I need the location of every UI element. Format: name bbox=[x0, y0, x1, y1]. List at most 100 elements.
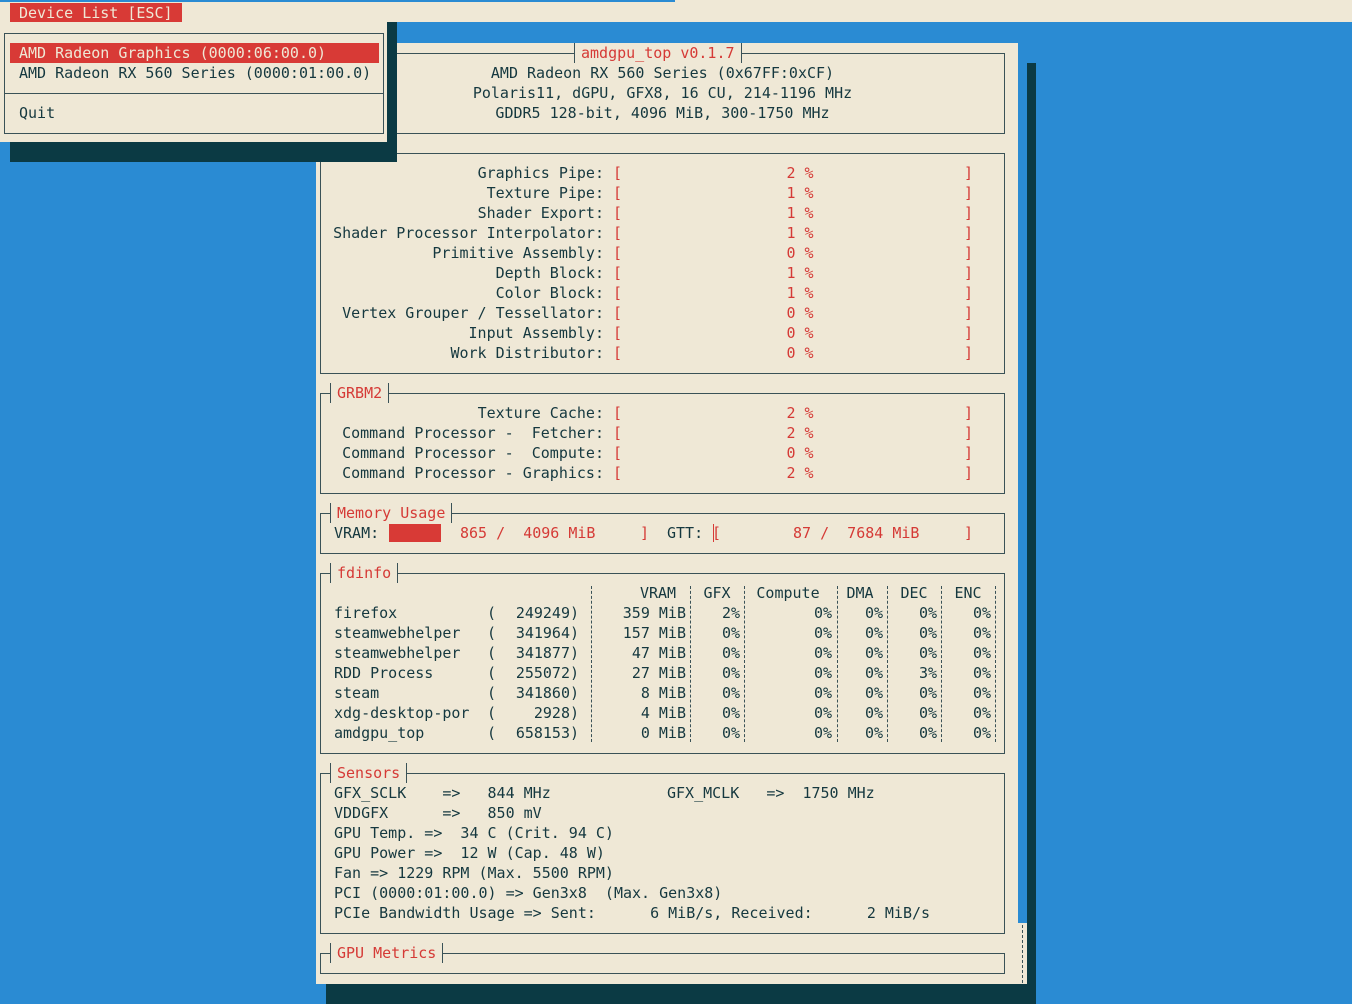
fdinfo-cell-enc: 0% bbox=[972, 724, 991, 742]
pid-paren-open: ( bbox=[487, 644, 497, 662]
device-menu-separator bbox=[4, 93, 384, 94]
pid-paren-close: ) bbox=[570, 704, 580, 722]
usage-value: 2 % bbox=[786, 464, 814, 482]
usage-value: 2 % bbox=[786, 424, 814, 442]
vram-usage-bar bbox=[389, 524, 441, 542]
column-separator bbox=[744, 586, 745, 742]
bar-bracket-close: ] bbox=[964, 304, 974, 322]
device-item[interactable]: AMD Radeon RX 560 Series (0000:01:00.0) bbox=[19, 63, 371, 83]
bar-bracket-close: ] bbox=[964, 224, 974, 242]
process-name: firefox bbox=[334, 604, 398, 622]
fdinfo-cell-enc: 0% bbox=[972, 684, 991, 702]
fdinfo-header: GFX bbox=[703, 584, 731, 602]
usage-label: Work Distributor: bbox=[450, 344, 604, 362]
usage-label: Texture Pipe: bbox=[486, 184, 604, 202]
bar-bracket-open: [ bbox=[613, 344, 623, 362]
fdinfo-cell-gfx: 0% bbox=[721, 724, 740, 742]
quit-menu-item[interactable]: Quit bbox=[19, 103, 55, 123]
column-separator bbox=[995, 586, 996, 742]
pid-paren-close: ) bbox=[570, 604, 580, 622]
usage-label: Shader Processor Interpolator: bbox=[333, 224, 604, 242]
process-pid: 2928 bbox=[533, 704, 570, 722]
column-separator bbox=[591, 586, 592, 742]
process-pid: 341877 bbox=[515, 644, 570, 662]
device-specs: Polaris11, dGPU, GFX8, 16 CU, 214-1196 M… bbox=[472, 84, 853, 102]
process-name: RDD Process bbox=[334, 664, 434, 682]
sensor-gpu-power: GPU Power => 12 W (Cap. 48 W) bbox=[334, 844, 605, 862]
sensor-vddgfx: VDDGFX => 850 mV bbox=[334, 804, 542, 822]
bar-bracket-open: [ bbox=[613, 184, 623, 202]
sensor-pcie-bandwidth: PCIe Bandwidth Usage => Sent: 6 MiB/s, R… bbox=[334, 904, 931, 922]
usage-label: Color Block: bbox=[495, 284, 604, 302]
bar-bracket-close: ] bbox=[964, 344, 974, 362]
usage-value: 0 % bbox=[786, 304, 814, 322]
fdinfo-header: DMA bbox=[846, 584, 874, 602]
bar-bracket-close: ] bbox=[964, 204, 974, 222]
bar-bracket-close: ] bbox=[964, 424, 974, 442]
fdinfo-header: DEC bbox=[900, 584, 928, 602]
memory-specs: GDDR5 128-bit, 4096 MiB, 300-1750 MHz bbox=[495, 104, 830, 122]
app-title: amdgpu_top v0.1.7 bbox=[574, 43, 742, 63]
sensor-gfx-sclk: GFX_SCLK => 844 MHz bbox=[334, 784, 551, 802]
usage-value: 1 % bbox=[786, 184, 814, 202]
menubar-accent bbox=[0, 0, 675, 2]
gtt-label: GTT: bbox=[667, 524, 704, 542]
gpu-metrics-title: GPU Metrics bbox=[330, 943, 444, 963]
usage-value: 2 % bbox=[786, 404, 814, 422]
pid-paren-open: ( bbox=[487, 624, 497, 642]
pid-paren-close: ) bbox=[570, 664, 580, 682]
usage-label: Command Processor - Compute: bbox=[342, 444, 604, 462]
usage-label: Input Assembly: bbox=[468, 324, 604, 342]
usage-value: 1 % bbox=[786, 204, 814, 222]
usage-label: Shader Export: bbox=[477, 204, 604, 222]
fdinfo-cell-enc: 0% bbox=[972, 664, 991, 682]
device-list-menu-button[interactable]: Device List [ESC] bbox=[10, 3, 182, 23]
fdinfo-cell-enc: 0% bbox=[972, 604, 991, 622]
gtt-bracket-close: ] bbox=[964, 524, 974, 542]
fdinfo-cell-gfx: 0% bbox=[721, 684, 740, 702]
bar-bracket-open: [ bbox=[613, 244, 623, 262]
usage-value: 1 % bbox=[786, 264, 814, 282]
pid-paren-open: ( bbox=[487, 684, 497, 702]
device-name: AMD Radeon RX 560 Series (0x67FF:0xCF) bbox=[490, 64, 835, 82]
fdinfo-cell-gfx: 2% bbox=[721, 604, 740, 622]
bar-bracket-close: ] bbox=[964, 324, 974, 342]
process-name: steamwebhelper bbox=[334, 624, 461, 642]
process-pid: 255072 bbox=[515, 664, 570, 682]
usage-value: 1 % bbox=[786, 284, 814, 302]
bar-bracket-open: [ bbox=[613, 304, 623, 322]
usage-value: 0 % bbox=[786, 324, 814, 342]
scrollbar-thumb[interactable] bbox=[1018, 43, 1027, 923]
vram-label: VRAM: bbox=[334, 524, 380, 542]
sensor-gpu-temp: GPU Temp. => 34 C (Crit. 94 C) bbox=[334, 824, 614, 842]
sensor-pci: PCI (0000:01:00.0) => Gen3x8 (Max. Gen3x… bbox=[334, 884, 723, 902]
sensor-fan: Fan => 1229 RPM (Max. 5500 RPM) bbox=[334, 864, 614, 882]
fdinfo-header: VRAM bbox=[639, 584, 677, 602]
process-pid: 249249 bbox=[515, 604, 570, 622]
bar-bracket-open: [ bbox=[613, 324, 623, 342]
process-pid: 658153 bbox=[515, 724, 570, 742]
gtt-usage-bar bbox=[713, 524, 714, 542]
usage-label: Command Processor - Graphics: bbox=[342, 464, 604, 482]
bar-bracket-close: ] bbox=[964, 264, 974, 282]
process-pid: 341964 bbox=[515, 624, 570, 642]
device-item-selected[interactable]: AMD Radeon Graphics (0000:06:00.0) bbox=[10, 43, 379, 63]
process-name: steamwebhelper bbox=[334, 644, 461, 662]
usage-label: Graphics Pipe: bbox=[477, 164, 604, 182]
pid-paren-open: ( bbox=[487, 604, 497, 622]
pid-paren-open: ( bbox=[487, 724, 497, 742]
pid-paren-close: ) bbox=[570, 644, 580, 662]
vram-value: 865 / 4096 MiB bbox=[460, 524, 596, 542]
vram-bracket-close: ] bbox=[640, 524, 650, 542]
bar-bracket-open: [ bbox=[613, 164, 623, 182]
fdinfo-cell-gfx: 0% bbox=[721, 624, 740, 642]
bar-bracket-close: ] bbox=[964, 164, 974, 182]
fdinfo-title: fdinfo bbox=[330, 563, 399, 583]
fdinfo-cell-enc: 0% bbox=[972, 704, 991, 722]
bar-bracket-close: ] bbox=[964, 444, 974, 462]
bar-bracket-close: ] bbox=[964, 284, 974, 302]
menubar bbox=[0, 0, 1352, 22]
memory-title: Memory Usage bbox=[330, 503, 453, 523]
fdinfo-cell-enc: 0% bbox=[972, 644, 991, 662]
process-name: xdg-desktop-por bbox=[334, 704, 470, 722]
